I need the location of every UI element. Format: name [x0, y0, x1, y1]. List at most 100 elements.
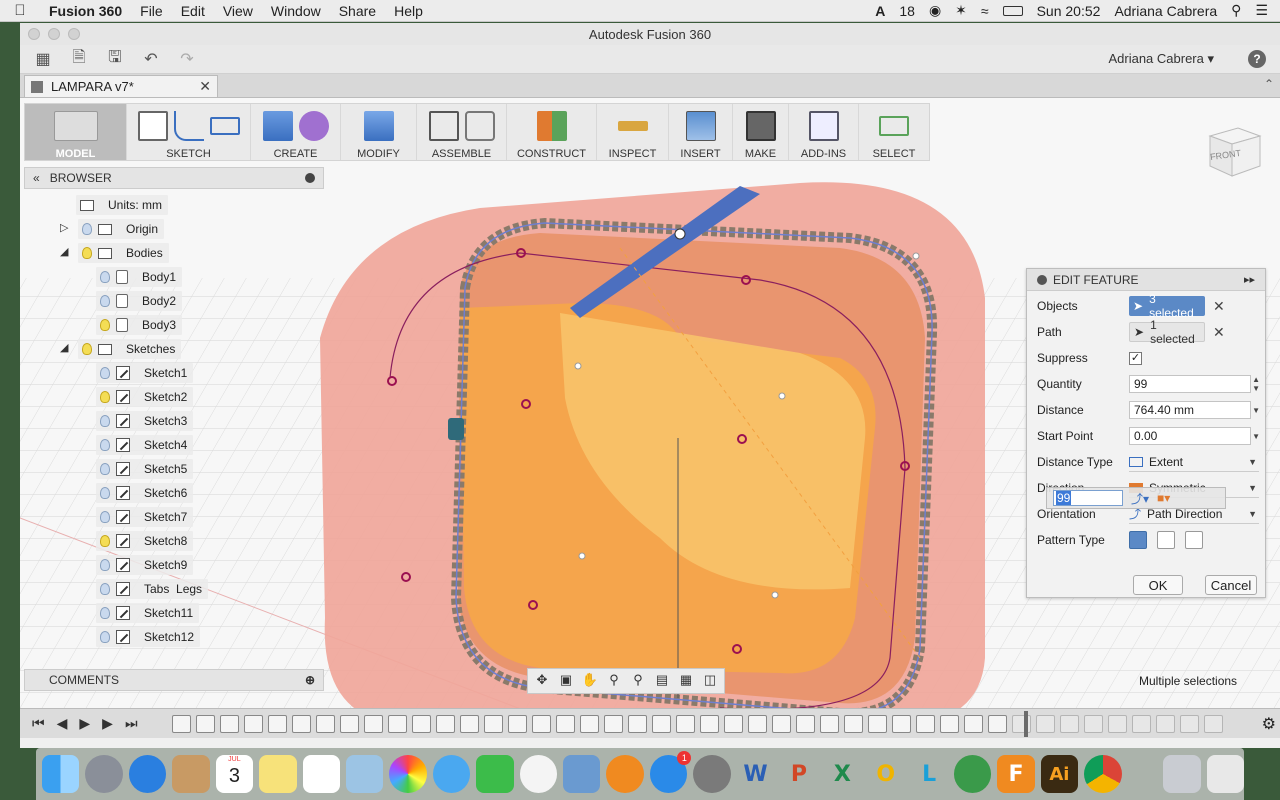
timeline-feature[interactable] — [388, 715, 407, 733]
excel-icon[interactable]: X — [824, 755, 861, 793]
timeline-feature[interactable] — [1180, 715, 1199, 733]
minimize-window-button[interactable] — [48, 28, 60, 40]
timeline-feature[interactable] — [748, 715, 767, 733]
timeline-end-icon[interactable]: ⏭ — [125, 715, 138, 732]
sketch-node[interactable]: Sketch6 — [96, 483, 194, 503]
timeline-marker[interactable] — [1024, 711, 1028, 737]
objects-selector[interactable]: ➤ 3 selected — [1129, 292, 1205, 320]
manipulator-point[interactable] — [674, 228, 686, 240]
timeline-play-icon[interactable]: ▶ — [79, 715, 90, 732]
timeline-feature[interactable] — [964, 715, 983, 733]
timeline-feature[interactable] — [436, 715, 455, 733]
timeline-next-icon[interactable]: ▶ — [102, 715, 113, 732]
timeline-feature[interactable] — [988, 715, 1007, 733]
gamepad-icon[interactable]: ◉ — [929, 2, 941, 19]
timeline-feature[interactable] — [628, 715, 647, 733]
line-icon[interactable] — [173, 110, 204, 141]
visibility-bulb-icon[interactable] — [100, 535, 110, 547]
visibility-bulb-icon[interactable] — [82, 247, 92, 259]
orbit-icon[interactable]: ✥ — [532, 672, 552, 690]
distance-dropdown-icon[interactable]: ▼ — [1252, 406, 1260, 415]
menu-view[interactable]: View — [214, 3, 262, 19]
visibility-bulb-icon[interactable] — [100, 607, 110, 619]
sketch-node[interactable]: Sketch5 — [96, 459, 194, 479]
look-at-icon[interactable]: ▣ — [556, 672, 576, 690]
add-comment-icon[interactable]: ⊕ — [305, 673, 315, 687]
browser-collapse-icon[interactable]: « — [33, 171, 40, 185]
press-pull-icon[interactable] — [363, 110, 394, 141]
path-selector[interactable]: ➤ 1 selected — [1129, 318, 1205, 346]
sketch-node[interactable]: Tabs Legs — [96, 579, 209, 599]
timeline-feature[interactable] — [340, 715, 359, 733]
bluetooth-icon[interactable]: ✶ — [955, 2, 967, 19]
timeline-feature[interactable] — [292, 715, 311, 733]
timeline-feature[interactable] — [652, 715, 671, 733]
workspace-model[interactable]: MODEL — [25, 104, 127, 160]
toolbar-inspect[interactable]: INSPECT — [597, 104, 669, 160]
timeline-prev-icon[interactable]: ◀ — [57, 715, 68, 732]
create-sketch-icon[interactable] — [137, 110, 168, 141]
account-menu[interactable]: Adriana Cabrera ▾ — [1108, 51, 1214, 67]
timeline-feature[interactable] — [796, 715, 815, 733]
menu-help[interactable]: Help — [385, 3, 432, 19]
toolbar-modify[interactable]: MODIFY — [341, 104, 417, 160]
timeline-feature[interactable] — [772, 715, 791, 733]
dialog-minimize-icon[interactable] — [1037, 274, 1047, 285]
network-icon[interactable] — [953, 755, 992, 793]
battery-icon[interactable] — [1002, 5, 1023, 16]
sketch-node[interactable]: Sketch3 — [96, 411, 194, 431]
sketch-node[interactable]: Sketch11 — [96, 603, 200, 623]
sketches-node[interactable]: Sketches — [78, 339, 182, 359]
menu-window[interactable]: Window — [262, 3, 330, 19]
save-icon[interactable]: 🖫 — [104, 49, 126, 68]
distance-type-select[interactable]: Extent ▼ — [1129, 452, 1259, 472]
pan-icon[interactable]: ✋ — [580, 672, 600, 690]
help-icon[interactable]: ? — [1248, 50, 1266, 68]
extrude-icon[interactable] — [262, 110, 293, 141]
downloads-folder-icon[interactable] — [1163, 755, 1201, 793]
timeline-feature[interactable] — [196, 715, 215, 733]
dialog-expand-icon[interactable]: ▸▸ — [1244, 273, 1255, 286]
visibility-bulb-icon[interactable] — [100, 319, 110, 331]
sketch-node[interactable]: Sketch12 — [96, 627, 201, 647]
reminders-icon[interactable] — [302, 755, 340, 793]
contacts-icon[interactable] — [172, 755, 210, 793]
timeline-features[interactable] — [172, 715, 1223, 733]
timeline-feature[interactable] — [580, 715, 599, 733]
dialog-header[interactable]: EDIT FEATURE ▸▸ — [1027, 269, 1265, 291]
timeline-feature[interactable] — [484, 715, 503, 733]
toolbar-insert[interactable]: INSERT — [669, 104, 733, 160]
toolbar-sketch[interactable]: SKETCH — [127, 104, 251, 160]
ok-button[interactable]: OK — [1133, 575, 1183, 595]
word-icon[interactable]: W — [737, 755, 774, 793]
comments-header[interactable]: COMMENTS ⊕ — [24, 669, 324, 691]
insert-image-icon[interactable] — [685, 110, 716, 141]
visibility-bulb-icon[interactable] — [100, 583, 110, 595]
menubar-user[interactable]: Adriana Cabrera — [1114, 3, 1217, 19]
rectangle-icon[interactable] — [209, 116, 240, 135]
visibility-bulb-icon[interactable] — [100, 559, 110, 571]
timeline-feature[interactable] — [316, 715, 335, 733]
offset-plane-icon[interactable] — [536, 110, 567, 141]
photos-icon[interactable] — [389, 755, 427, 793]
timeline-feature[interactable] — [916, 715, 935, 733]
timeline-feature[interactable] — [724, 715, 743, 733]
itunes-icon[interactable] — [519, 755, 558, 793]
sketch-node[interactable]: Sketch8 — [96, 531, 194, 551]
apple-icon[interactable]:  — [0, 2, 40, 19]
grid-settings-icon[interactable]: ▦ — [676, 672, 696, 690]
viewports-icon[interactable]: ◫ — [700, 672, 720, 690]
fit-icon[interactable]: ⚲ — [628, 672, 648, 690]
timeline-feature[interactable] — [1108, 715, 1127, 733]
visibility-bulb-icon[interactable] — [100, 631, 110, 643]
data-panel-grid-icon[interactable]: ▦ — [32, 50, 54, 68]
form-icon[interactable] — [298, 110, 329, 141]
launchpad-icon[interactable] — [85, 755, 123, 793]
start-point-dropdown-icon[interactable]: ▼ — [1252, 432, 1260, 441]
timeline-feature[interactable] — [604, 715, 623, 733]
visibility-bulb-icon[interactable] — [100, 367, 110, 379]
start-point-input[interactable]: 0.00 ▼ — [1129, 427, 1260, 445]
trash-icon[interactable] — [1206, 755, 1244, 793]
menu-share[interactable]: Share — [330, 3, 385, 19]
toolbar-addins[interactable]: ADD-INS — [789, 104, 859, 160]
